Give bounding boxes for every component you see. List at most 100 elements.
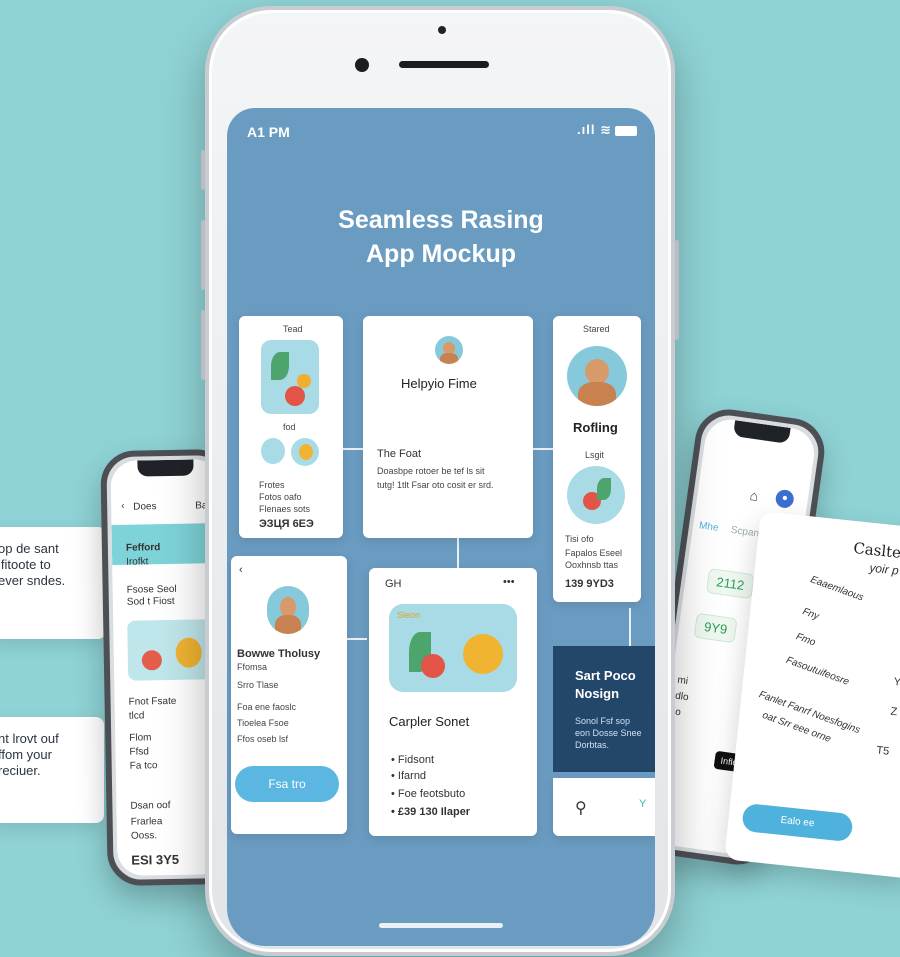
list-line: Ooss. (130, 830, 158, 842)
flow-card-e[interactable]: GH ••• Sleon Carpler Sonet • Fidsont • I… (369, 568, 537, 836)
flow-card-f[interactable]: Sart Poco Nosign Sonol Fsf sop eon Dosse… (553, 646, 655, 772)
card-c-line: Tisi ofo (565, 534, 594, 544)
card-a-label: Tead (283, 324, 303, 334)
avatar (435, 336, 463, 364)
fruit-illustration (261, 340, 319, 414)
card-c-line: Ooxhnsb ttas (565, 560, 619, 570)
flow-connector (533, 448, 553, 450)
card-d-line: Ffos oseb lsf (237, 734, 289, 744)
card-e-item: • Fidsont (391, 754, 434, 766)
card-b-body: Doasbpe rotoer be tef ls sit (377, 466, 485, 476)
card-a-mid: fod (283, 422, 296, 432)
sensor-dot (438, 26, 446, 34)
card-d-button[interactable]: Fsa tro (235, 766, 339, 802)
back-chevron-icon[interactable]: ‹ (121, 501, 125, 512)
flow-card-d[interactable]: ‹ Bowwe Tholusy Ffomsa Srro Tlase Foa en… (231, 556, 347, 834)
header-title: Fefford (125, 542, 161, 554)
back-chevron-icon[interactable]: ‹ (239, 564, 243, 576)
fruit-icon (291, 438, 319, 466)
more-options-icon[interactable]: ••• (503, 576, 515, 588)
info-card-bottom: nt lrovt ouf ffom your reciuer. (0, 717, 104, 823)
pricing-row: Fmo (794, 631, 817, 649)
info-line: ffom your (0, 747, 52, 762)
hero-title-line1: Seamless Rasing (338, 206, 544, 234)
card-d-sub: Ffomsa (237, 662, 268, 672)
pricing-row: Fny (800, 606, 821, 623)
pricing-row: Fasoutuifeosre (784, 654, 851, 688)
card-d-name: Bowwe Tholusy (237, 648, 321, 660)
back-label[interactable]: Does (133, 501, 157, 512)
pricing-amount: Z (889, 705, 898, 719)
info-line: ever sndes. (0, 573, 66, 588)
stat-value: 9Y9 (693, 612, 738, 644)
tab-active[interactable]: Mhe (698, 520, 719, 534)
phone-notch (137, 459, 194, 477)
card-d-line: Tioelea Fsoe (237, 718, 289, 728)
card-e-label: GH (385, 578, 402, 590)
search-icon[interactable]: ⚲ (575, 798, 587, 818)
list-line: Ffsd (129, 746, 150, 758)
bell-icon[interactable]: ⌂ (749, 487, 760, 504)
card-e-item-text: Ifarnd (397, 770, 427, 782)
search-card[interactable]: ⚲ Y (553, 778, 655, 836)
card-c-code: 139 9YD3 (565, 578, 614, 590)
fruit-illustration: Sleon (389, 604, 517, 692)
info-line: nt lrovt ouf (0, 731, 59, 746)
card-f-body: eon Dosse Snee (575, 728, 642, 738)
mockup-stage: op de sant ifitoote to ever sndes. nt lr… (0, 0, 900, 957)
pricing-card-title: Caslte F (852, 538, 900, 563)
card-e-item-text: Foe feotsbuto (397, 788, 466, 800)
card-f-body: Sonol Fsf sop (575, 716, 631, 726)
card-e-item-text: Fidsont (397, 754, 434, 766)
status-time: A1 PM (247, 124, 290, 140)
card-f-body: Dorbtas. (575, 740, 610, 750)
flow-connector (629, 608, 631, 648)
card-d-line: Foa ene faoslc (237, 702, 297, 712)
list-line: tlcd (128, 710, 145, 722)
flow-card-c[interactable]: Stared Rofling Lsgit Tisi ofo Fapalos Es… (553, 316, 641, 602)
fruit-illustration (567, 466, 625, 524)
card-a-line: Frotes (259, 480, 285, 490)
main-screen: A1 PM .ıll ≋ Seamless Rasing App Mockup … (227, 108, 655, 946)
signal-wifi-icon: .ıll ≋ (577, 122, 612, 137)
avatar (267, 586, 309, 634)
list-line: Fnot Fsate (128, 695, 177, 708)
header-subtitle: Irofkt (126, 556, 149, 568)
list-line: Frarlea (130, 816, 163, 828)
card-c-mid: Lsgit (585, 450, 605, 460)
mute-switch (201, 150, 205, 190)
pricing-button[interactable]: Ealo ee (741, 802, 854, 843)
card-a-line: Fotos oafo (259, 492, 302, 502)
pricing-amount: T5 (875, 744, 890, 758)
card-f-title-line1: Sart Poco (575, 668, 636, 683)
phone-notch (732, 420, 791, 444)
card-d-line: Srro Tlase (237, 680, 279, 690)
card-e-item-text: £39 130 Ilaper (397, 806, 471, 818)
search-hint: Y (639, 798, 647, 810)
flow-connector (343, 448, 363, 450)
pricing-card-subtitle: yoir p (868, 560, 900, 578)
row-label: dlo (674, 690, 690, 704)
card-b-title: Helpyio Fime (401, 376, 477, 391)
card-c-label: Stared (583, 324, 610, 334)
volume-down-button (201, 310, 205, 380)
card-e-item: • Foe feotsbuto (391, 788, 466, 800)
home-indicator (379, 923, 503, 928)
info-card-top: op de sant ifitoote to ever sndes. (0, 527, 106, 639)
earpiece-speaker (399, 61, 489, 68)
card-e-item: • Ifarnd (391, 770, 427, 782)
card-b-body: tutg! 1tlt Fsar oto cosit er srd. (377, 480, 494, 490)
fruit-icon (261, 438, 285, 464)
stat-value: 2112 (705, 568, 755, 600)
power-button (675, 240, 679, 340)
flow-card-b[interactable]: Helpyio Fime The Foat Doasbpe rotoer be … (363, 316, 533, 538)
list-line: Fsose Seol (126, 583, 177, 596)
volume-up-button (201, 220, 205, 290)
info-line: reciuer. (0, 763, 41, 778)
card-c-line: Fapalos Eseel (565, 548, 623, 558)
footer-code: ESI 3Y5 (131, 851, 180, 868)
profile-icon[interactable]: ● (774, 488, 795, 510)
pricing-amount: Y (893, 675, 900, 689)
hero-title-line2: App Mockup (366, 240, 516, 268)
flow-card-a[interactable]: Tead fod Frotes Fotos oafo Flenaes sots … (239, 316, 343, 538)
